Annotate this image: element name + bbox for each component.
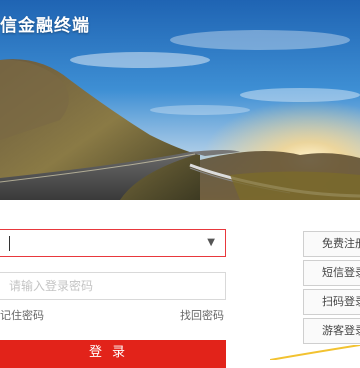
text-cursor — [9, 236, 10, 251]
login-button[interactable]: 登录 — [0, 340, 226, 368]
account-field[interactable]: ▼ — [0, 229, 226, 257]
decorative-stroke — [270, 345, 360, 360]
free-register-button[interactable]: 免费注册 — [303, 231, 360, 257]
qr-login-label: 扫码登录 — [322, 295, 360, 308]
qr-login-button[interactable]: 扫码登录 — [303, 289, 360, 315]
password-input[interactable] — [9, 276, 209, 296]
remember-password-checkbox[interactable]: 记住密码 — [0, 307, 44, 323]
remember-password-label: 记住密码 — [0, 309, 44, 322]
app-title: 信金融终端 — [0, 16, 90, 36]
guest-login-label: 游客登录 — [322, 324, 360, 337]
sms-login-button[interactable]: 短信登录 — [303, 260, 360, 286]
dropdown-arrow-icon[interactable]: ▼ — [207, 235, 215, 251]
free-register-label: 免费注册 — [322, 237, 360, 250]
retrieve-password-link[interactable]: 找回密码 — [180, 307, 224, 323]
header-banner: 信金融终端 — [0, 0, 360, 200]
guest-login-button[interactable]: 游客登录 — [303, 318, 360, 344]
password-field-wrapper — [0, 272, 226, 300]
sms-login-label: 短信登录 — [322, 266, 360, 279]
